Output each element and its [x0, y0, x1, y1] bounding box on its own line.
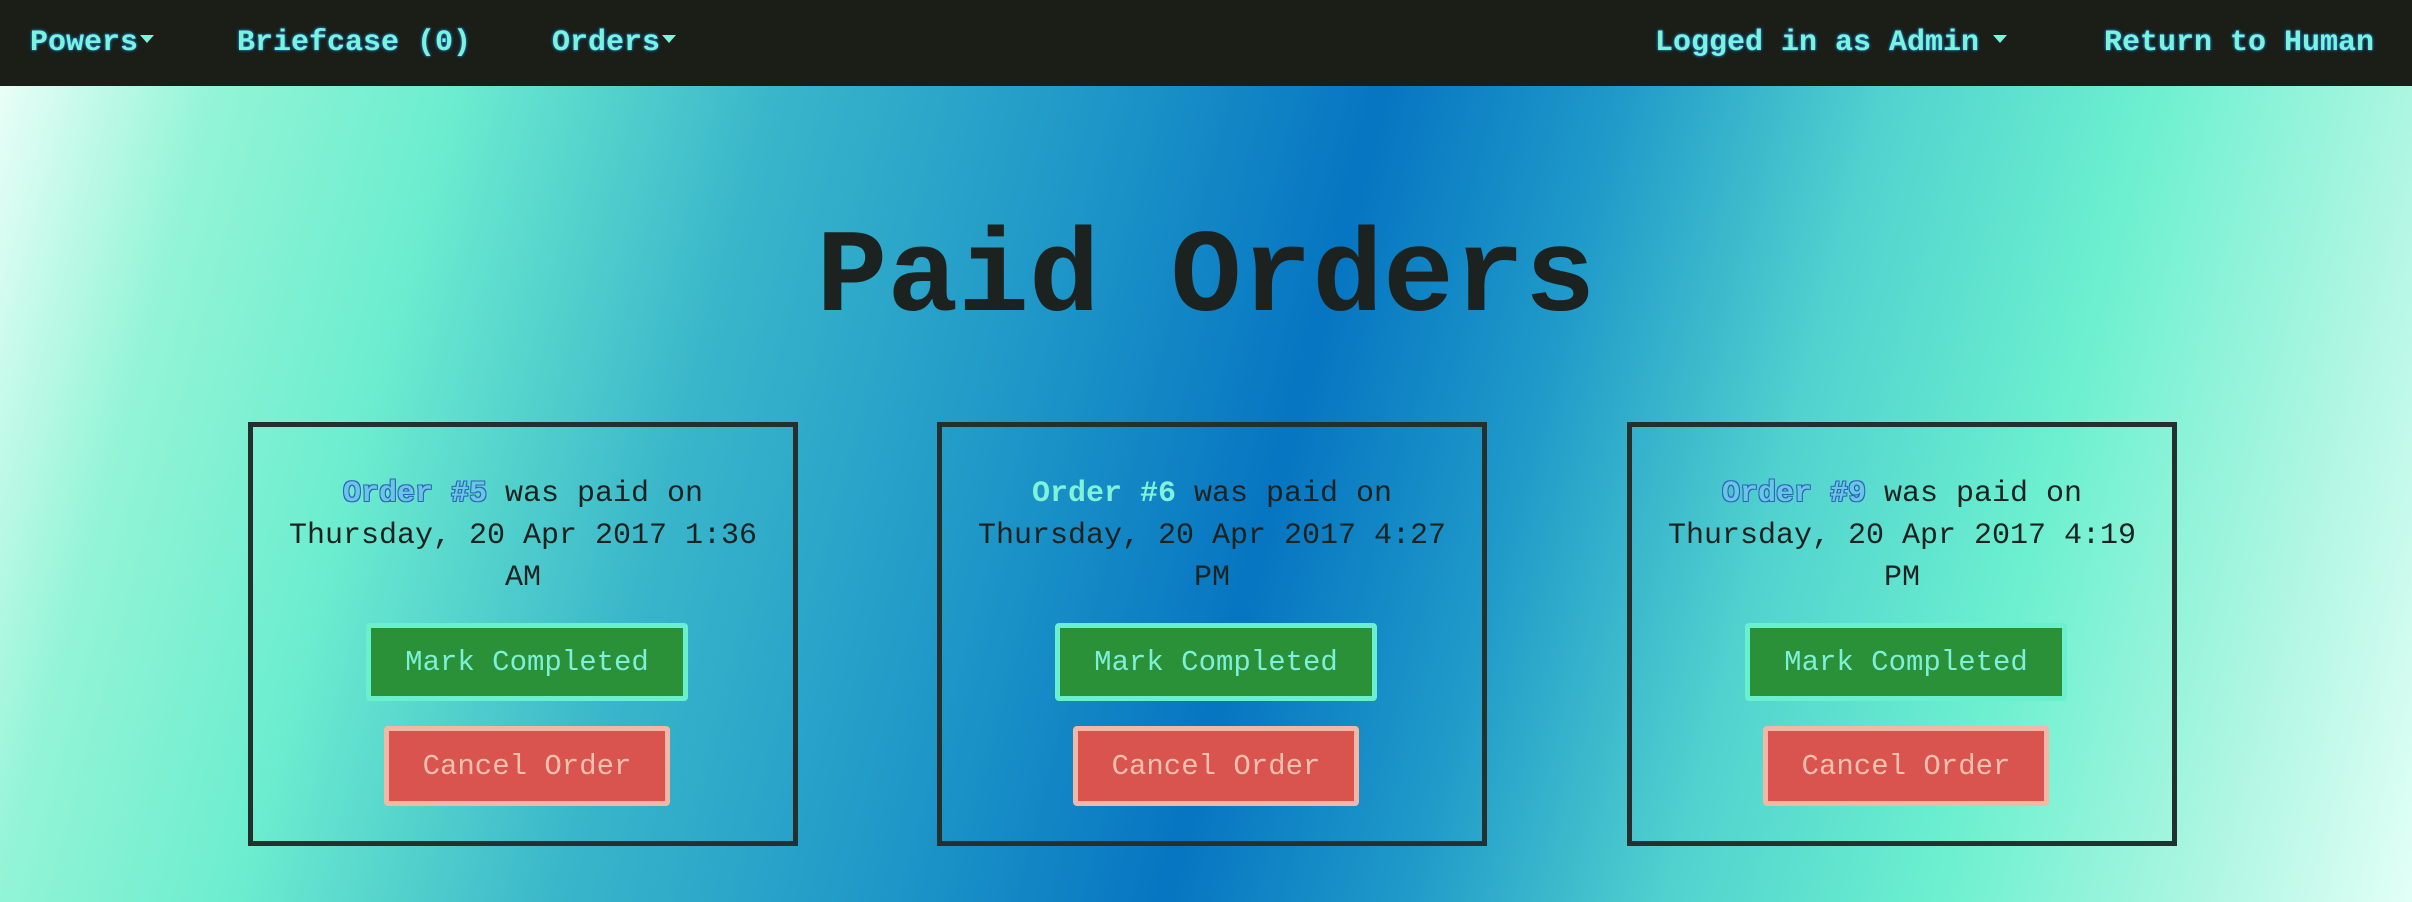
order-paid-text: Order #6 was paid on Thursday, 20 Apr 20… — [962, 473, 1462, 599]
order-link[interactable]: Order #6 — [1032, 477, 1176, 511]
nav-briefcase-label: Briefcase (0) — [237, 26, 472, 60]
cancel-order-button[interactable]: Cancel Order — [1763, 726, 2049, 806]
order-card: Order #5 was paid on Thursday, 20 Apr 20… — [248, 422, 798, 846]
nav-orders-dropdown[interactable]: Orders — [552, 0, 677, 86]
mark-completed-button[interactable]: Mark Completed — [1745, 623, 2067, 701]
top-navbar: Powers Briefcase (0) Orders Logged in as… — [0, 0, 2412, 86]
nav-return-label: Return to Human — [2104, 26, 2375, 60]
mark-completed-button[interactable]: Mark Completed — [1055, 623, 1377, 701]
nav-orders-label: Orders — [552, 26, 661, 60]
order-paid-text: Order #5 was paid on Thursday, 20 Apr 20… — [273, 473, 773, 599]
nav-powers-label: Powers — [30, 26, 139, 60]
nav-powers-dropdown[interactable]: Powers — [30, 0, 155, 86]
order-card: Order #6 was paid on Thursday, 20 Apr 20… — [937, 422, 1487, 846]
mark-completed-button[interactable]: Mark Completed — [366, 623, 688, 701]
cancel-order-button[interactable]: Cancel Order — [384, 726, 670, 806]
order-card: Order #9 was paid on Thursday, 20 Apr 20… — [1627, 422, 2177, 846]
nav-briefcase-link[interactable]: Briefcase (0) — [237, 0, 471, 86]
nav-user-label: Logged in as Admin — [1655, 26, 1980, 60]
chevron-down-icon — [662, 35, 677, 44]
chevron-down-icon — [140, 35, 155, 44]
order-paid-text: Order #9 was paid on Thursday, 20 Apr 20… — [1652, 473, 2152, 599]
order-link[interactable]: Order #5 — [343, 477, 487, 511]
page-title: Paid Orders — [816, 213, 1596, 346]
chevron-down-icon — [1993, 35, 2008, 44]
nav-user-dropdown[interactable]: Logged in as Admin — [1655, 0, 2008, 86]
nav-return-link[interactable]: Return to Human — [2104, 0, 2374, 86]
cancel-order-button[interactable]: Cancel Order — [1073, 726, 1359, 806]
order-link[interactable]: Order #9 — [1722, 477, 1866, 511]
